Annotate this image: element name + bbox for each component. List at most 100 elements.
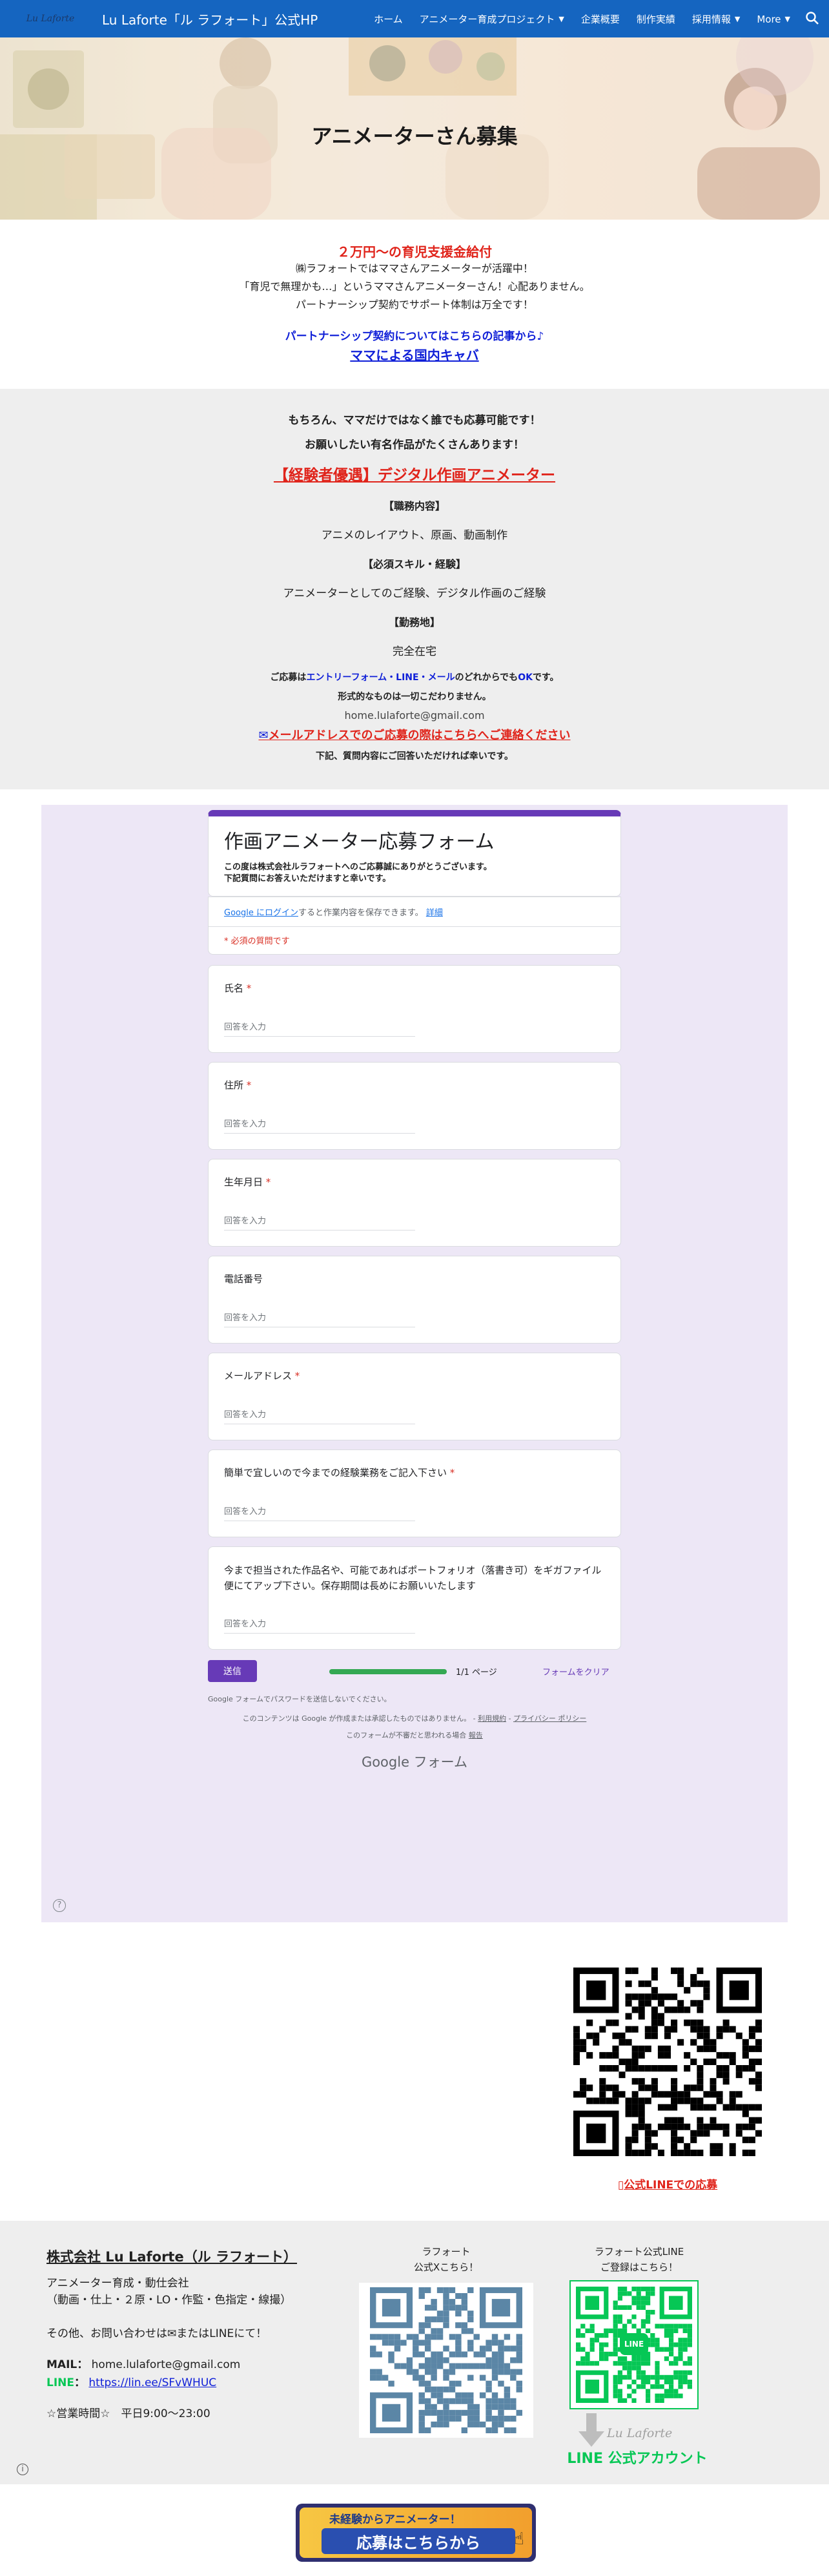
login-link[interactable]: Google にログイン [224, 908, 298, 918]
form-disclaimer: このコンテンツは Google が作成または承認したものではありません。 - 利… [41, 1713, 788, 1723]
nav-home[interactable]: ホーム [374, 12, 403, 26]
required-note: * 必須の質問です [224, 937, 290, 946]
email-input[interactable]: 回答を入力 [224, 1407, 415, 1424]
nav-more[interactable]: More ▼ [757, 12, 790, 26]
contact-email[interactable]: home.lulaforte@gmail.com [0, 709, 829, 722]
nav-animator-project[interactable]: アニメーター育成プロジェクト ▼ [420, 12, 564, 26]
experience-input[interactable]: 回答を入力 [224, 1504, 415, 1521]
line-official-account[interactable]: LINE 公式アカウント [557, 2447, 718, 2467]
footer-line: LINE： https://lin.ee/SFvWHUC [46, 2376, 217, 2389]
line-badge: LINE [620, 2333, 648, 2355]
separator: - [506, 1714, 514, 1723]
google-forms-brand[interactable]: Google フォーム [41, 1752, 788, 1771]
question-card: 住所 * 回答を入力 [208, 1062, 621, 1150]
format-note: 形式的なものは一切こだわりません。 [338, 692, 491, 702]
question-card: 氏名 * 回答を入力 [208, 965, 621, 1053]
question-card: メールアドレス * 回答を入力 [208, 1353, 621, 1440]
site-logo[interactable]: Lu Laforte [14, 6, 87, 31]
report-link[interactable]: 報告 [469, 1731, 483, 1740]
support-section: ２万円〜の育児支援金給付 ㈱ラフォートではママさんアニメーターが活躍中！ 「育児… [0, 220, 829, 389]
privacy-link[interactable]: プライバシー ポリシー [513, 1714, 586, 1723]
site-title[interactable]: Lu Laforte「ル ラフォート」公式HP [102, 10, 318, 28]
progress-bar [329, 1669, 447, 1674]
question-text: 生年月日 [224, 1176, 263, 1188]
partnership-intro: パートナーシップ契約についてはこちらの記事から♪ [285, 330, 544, 343]
support-line: パートナーシップ契約でサポート体制は万全です！ [296, 298, 533, 311]
embedded-google-form: 作画アニメーター応募フォーム この度は株式会社ルラフォートへのご応募誠にありがと… [41, 805, 788, 1922]
line-apply-link[interactable]: ▯公式LINEでの応募 [573, 2176, 762, 2192]
page-indicator: 1/1 ページ [456, 1668, 497, 1678]
required-mark: * [263, 1176, 271, 1188]
line-url-link[interactable]: https://lin.ee/SFvWHUC [88, 2376, 216, 2389]
clear-form-button[interactable]: フォームをクリア [542, 1665, 609, 1678]
support-headline: ２万円〜の育児支援金給付 [337, 244, 492, 260]
report-abuse: このフォームが不審だと思われる場合 報告 [41, 1730, 788, 1740]
banner-line1: 未経験からアニメーター！ [329, 2513, 461, 2526]
info-icon[interactable]: i [17, 2464, 28, 2475]
x-qr-code[interactable] [370, 2287, 522, 2433]
apply-banner[interactable]: 未経験からアニメーター！ 応募はこちらから ☝ [296, 2504, 536, 2562]
mail-address[interactable]: home.lulaforte@gmail.com [92, 2358, 241, 2371]
support-line: 「育児で無理かも…」というママさんアニメーターさん！心配ありません。 [239, 280, 590, 293]
required-mark: * [292, 1370, 300, 1382]
partnership-article-link[interactable]: ママによる国内キャバ [0, 345, 829, 364]
phone-input[interactable]: 回答を入力 [224, 1311, 415, 1327]
email-apply-text: メールアドレスでのご応募の際はこちらへご連絡ください [268, 729, 571, 742]
address-input[interactable]: 回答を入力 [224, 1117, 415, 1134]
form-title: 作画アニメーター応募フォーム [224, 831, 495, 853]
form-description: この度は株式会社ルラフォートへのご応募誠にありがとうございます。 下記質問にお答… [224, 862, 492, 885]
report-text: このフォームが不審だと思われる場合 [346, 1731, 469, 1740]
arrow-down-icon [578, 2413, 604, 2447]
contact-text: その他、お問い合わせは [46, 2327, 167, 2340]
birthdate-input[interactable]: 回答を入力 [224, 1214, 415, 1231]
nav-company[interactable]: 企業概要 [581, 12, 620, 26]
job-title: 【経験者優遇】デジタル作画アニメーター [273, 467, 556, 484]
apply-methods-highlight: エントリーフォーム・LINE・メール [306, 672, 455, 683]
mail-icon: ✉ [167, 2327, 177, 2340]
question-card: 生年月日 * 回答を入力 [208, 1159, 621, 1247]
submit-button[interactable]: 送信 [208, 1660, 257, 1682]
chevron-down-icon: ▼ [784, 15, 790, 23]
footer-mail: MAIL： home.lulaforte@gmail.com [46, 2358, 241, 2371]
nav-label: More [757, 13, 781, 25]
line-apply-caption: 公式LINEでの応募 [624, 2179, 718, 2192]
disclaimer-text: このコンテンツは Google が作成または承認したものではありません。 - [242, 1714, 478, 1723]
question-card: 今まで担当された作品名や、可能であればポートフォリオ（落書き可）をギガファイル便… [208, 1546, 621, 1650]
skill-text: アニメーターとしてのご経験、デジタル作画のご経験 [283, 587, 546, 600]
search-icon[interactable] [804, 10, 820, 26]
contact-note: その他、お問い合わせは✉またはLINEにて！ [46, 2324, 267, 2340]
form-login-card: Google にログインすると作業内容を保存できます。 詳細 * 必須の質問です [208, 897, 621, 955]
logo-text: Lu Laforte [26, 13, 75, 24]
bottom-banner-area: 未経験からアニメーター！ 応募はこちらから ☝ [0, 2484, 829, 2576]
x-caption-line: 公式Xこちら！ [413, 2261, 479, 2273]
login-details-link[interactable]: 詳細 [426, 908, 443, 918]
question-card: 電話番号 回答を入力 [208, 1256, 621, 1344]
question-text: 簡単で宜しいので今までの経験業務をご記入下さい [224, 1467, 447, 1479]
name-input[interactable]: 回答を入力 [224, 1020, 415, 1037]
nav-label: アニメーター育成プロジェクト [419, 14, 555, 25]
nav-recruit[interactable]: 採用情報 ▼ [692, 12, 740, 26]
nav-works[interactable]: 制作実績 [637, 12, 675, 26]
required-mark: * [447, 1467, 455, 1479]
email-apply-link[interactable]: ✉メールアドレスでのご応募の際はこちらへご連絡ください [0, 726, 829, 743]
question-label: 簡単で宜しいので今までの経験業務をご記入下さい * [224, 1466, 455, 1479]
terms-link[interactable]: 利用規約 [478, 1714, 506, 1723]
company-desc: アニメーター育成・動仕会社 [46, 2277, 189, 2290]
apply-text: ご応募は [270, 672, 307, 683]
main-nav: ホーム アニメーター育成プロジェクト ▼ 企業概要 制作実績 採用情報 ▼ More… [357, 12, 790, 26]
company-name: 株式会社 Lu Laforte（ル ラフォート） [46, 2249, 298, 2265]
job-description-section: もちろん、ママだけではなく誰でも応募可能です！ お願いしたい有名作品がたくさんあ… [0, 389, 829, 789]
x-qr-frame [359, 2283, 533, 2438]
question-card: 簡単で宜しいので今までの経験業務をご記入下さい * 回答を入力 [208, 1449, 621, 1537]
closing-note: 下記、質問内容にご回答いただければ幸いです。 [316, 751, 513, 762]
portfolio-input[interactable]: 回答を入力 [224, 1617, 415, 1634]
top-nav-bar: Lu Laforte Lu Laforte「ル ラフォート」公式HP ホーム ア… [0, 0, 829, 37]
line-label: LINE [46, 2376, 74, 2389]
chevron-down-icon: ▼ [734, 15, 741, 23]
line-caption-line: ラフォート公式LINE [594, 2246, 684, 2258]
intro-line: お願いしたい有名作品がたくさんあります！ [305, 439, 524, 452]
help-icon[interactable]: ? [53, 1899, 66, 1912]
site-footer: 株式会社 Lu Laforte（ル ラフォート） アニメーター育成・動仕会社 （… [0, 2221, 829, 2484]
x-caption: ラフォート 公式Xこちら！ [359, 2244, 533, 2275]
line-apply-qr-code[interactable] [573, 1968, 762, 2156]
